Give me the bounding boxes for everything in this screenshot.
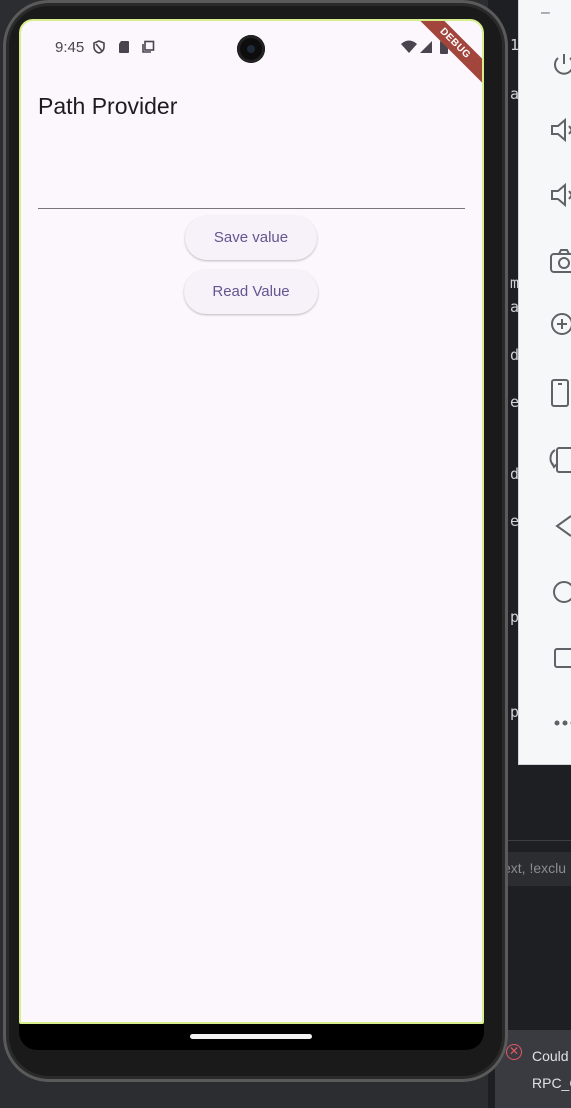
rotate-right-icon[interactable] — [549, 444, 571, 474]
notice-detail: RPC_C — [532, 1075, 571, 1091]
minimize-button[interactable]: – — [541, 4, 550, 22]
status-time: 9:45 — [55, 39, 85, 56]
home-handle[interactable] — [190, 1034, 312, 1039]
power-icon[interactable] — [549, 50, 571, 80]
shield-icon — [93, 40, 105, 54]
read-value-button[interactable]: Read Value — [184, 270, 318, 314]
volume-down-icon[interactable] — [549, 180, 571, 210]
signal-icon — [420, 41, 432, 53]
wifi-icon — [401, 40, 417, 53]
rotate-left-icon[interactable] — [549, 377, 571, 407]
notice-title: Could — [532, 1048, 569, 1064]
phone-screen: 9:45 DEBUG Path Provider Save value Read… — [19, 19, 484, 1024]
camera-icon[interactable] — [549, 246, 571, 276]
value-text-field[interactable] — [38, 171, 465, 209]
volume-up-icon[interactable] — [549, 115, 571, 145]
more-icon[interactable] — [549, 708, 571, 738]
sd-card-icon — [119, 41, 129, 53]
save-value-button[interactable]: Save value — [185, 216, 317, 260]
zoom-in-icon[interactable] — [549, 309, 571, 339]
home-icon[interactable] — [549, 577, 571, 607]
overview-icon[interactable] — [549, 643, 571, 673]
back-icon[interactable] — [549, 511, 571, 541]
screenshot-icon — [142, 40, 155, 53]
page-title: Path Provider — [38, 93, 178, 119]
front-camera — [237, 35, 265, 63]
gesture-nav-bar — [19, 1024, 484, 1050]
error-icon: ✕ — [506, 1044, 522, 1060]
